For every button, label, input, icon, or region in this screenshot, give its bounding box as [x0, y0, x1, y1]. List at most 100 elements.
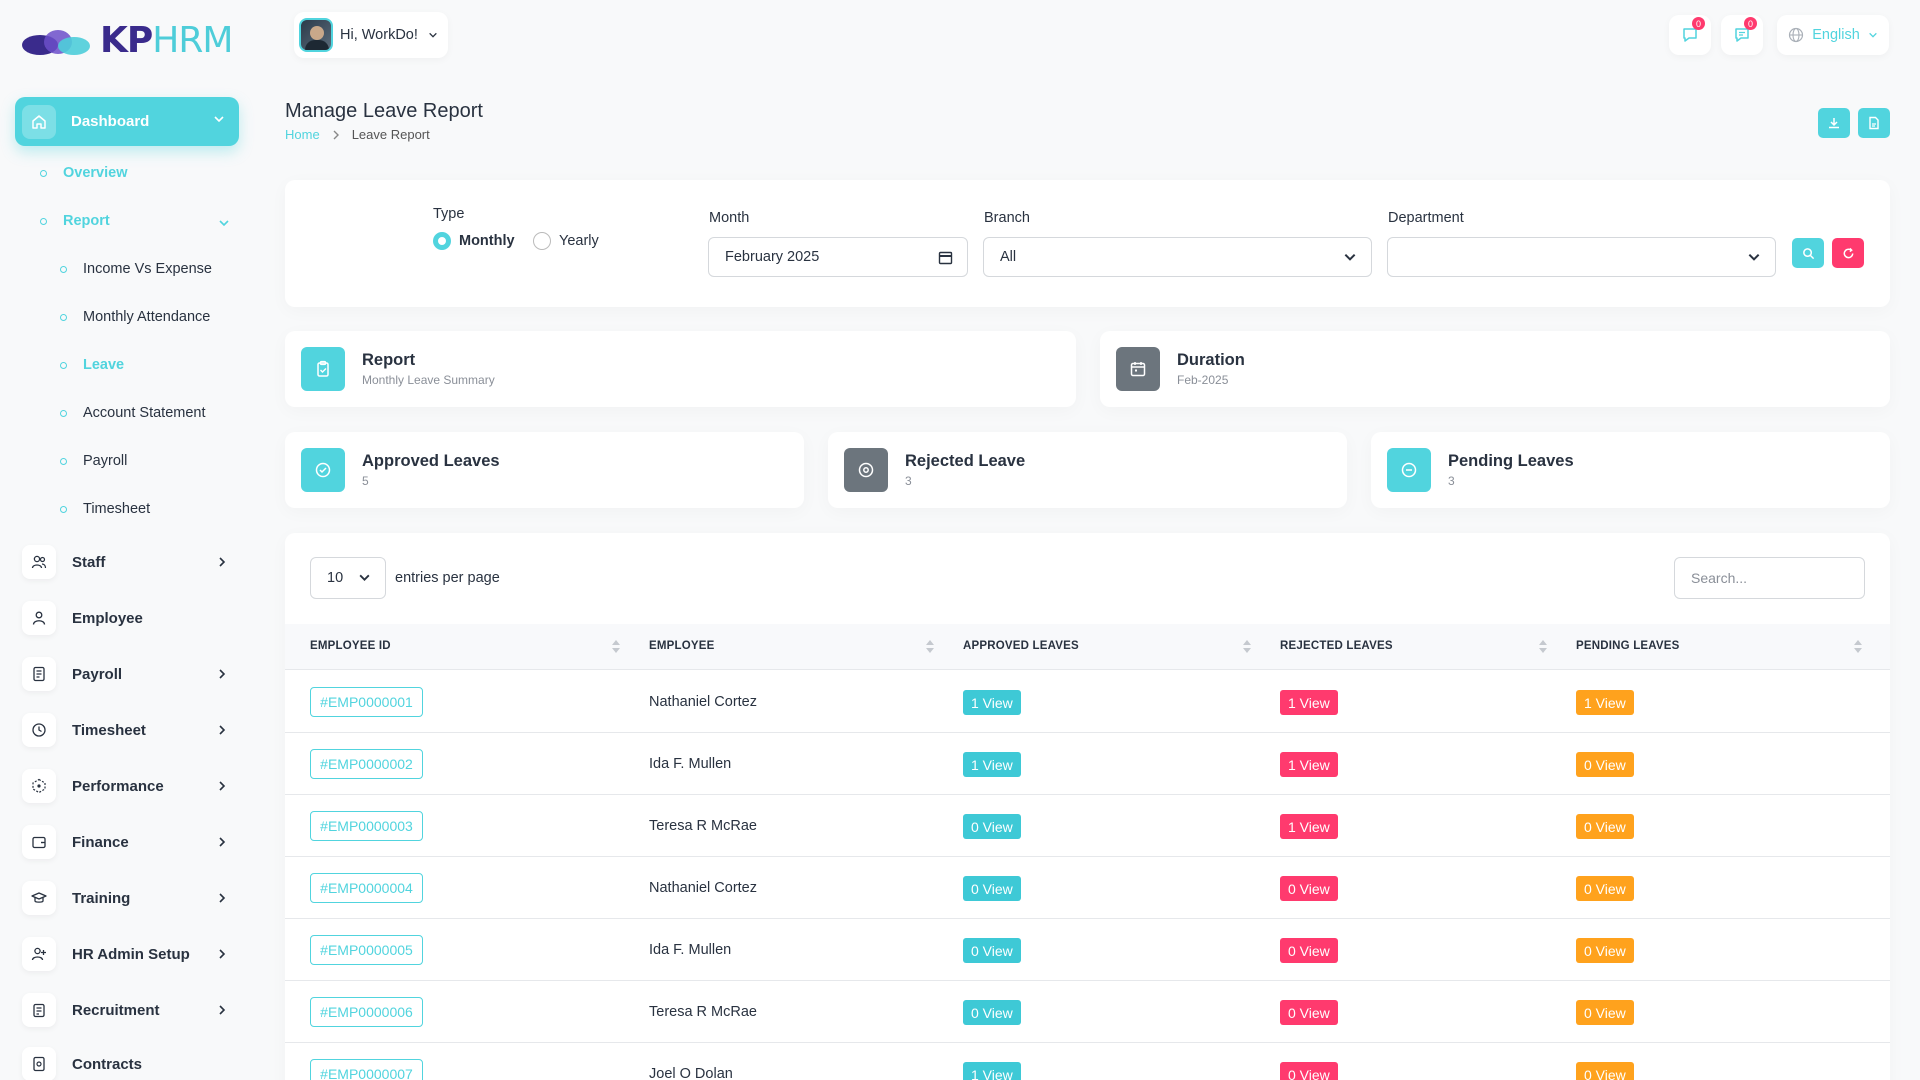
- branch-label: Branch: [984, 210, 1030, 226]
- breadcrumb-home[interactable]: Home: [285, 127, 320, 142]
- rejected-view-button[interactable]: 1 View: [1280, 814, 1338, 839]
- employee-name: Ida F. Mullen: [649, 756, 732, 772]
- department-select[interactable]: [1387, 237, 1776, 277]
- pending-view-button[interactable]: 0 View: [1576, 1062, 1634, 1080]
- rejected-view-button[interactable]: 0 View: [1280, 876, 1338, 901]
- employee-id-link[interactable]: #EMP0000002: [310, 749, 423, 779]
- sidebar-sub-timesheet[interactable]: Timesheet: [60, 501, 150, 517]
- chevron-right-icon: [219, 893, 226, 903]
- reset-button[interactable]: [1832, 238, 1864, 268]
- rejected-view-button[interactable]: 0 View: [1280, 1062, 1338, 1080]
- user-menu[interactable]: Hi, WorkDo!: [294, 12, 448, 58]
- brand-logo[interactable]: KPHRM: [18, 18, 233, 62]
- sidebar-item-timesheet[interactable]: Timesheet: [22, 712, 236, 748]
- breadcrumb-current: Leave Report: [351, 127, 430, 142]
- employee-id-link[interactable]: #EMP0000007: [310, 1059, 423, 1080]
- approved-view-button[interactable]: 1 View: [963, 690, 1021, 715]
- download-button[interactable]: [1818, 108, 1850, 138]
- pending-view-button[interactable]: 0 View: [1576, 1000, 1634, 1025]
- sidebar-item-payroll[interactable]: Payroll: [22, 656, 236, 692]
- bullet-icon: [60, 361, 67, 369]
- pending-view-button[interactable]: 0 View: [1576, 752, 1634, 777]
- sidebar-sub-report[interactable]: Report: [40, 213, 230, 229]
- pending-view-button[interactable]: 1 View: [1576, 690, 1634, 715]
- th-employee-id[interactable]: EMPLOYEE ID: [310, 640, 391, 652]
- cloud-logo-icon: [22, 30, 90, 55]
- pending-leaves-card: Pending Leaves 3: [1371, 432, 1890, 508]
- sidebar-item-hr-admin-setup[interactable]: HR Admin Setup: [22, 936, 236, 972]
- sidebar-sub-overview[interactable]: Overview: [40, 165, 128, 181]
- sidebar-item-training[interactable]: Training: [22, 880, 236, 916]
- rejected-view-button[interactable]: 0 View: [1280, 1000, 1338, 1025]
- chevron-right-icon: [333, 130, 339, 139]
- messages-button[interactable]: 0: [1669, 15, 1711, 55]
- type-label: Type: [433, 206, 465, 222]
- approved-view-button[interactable]: 0 View: [963, 938, 1021, 963]
- report-subtitle: Monthly Leave Summary: [362, 373, 495, 387]
- search-button[interactable]: [1792, 238, 1824, 268]
- table-row: #EMP0000001 Nathaniel Cortez 1 View 1 Vi…: [285, 671, 1890, 733]
- sidebar-item-dashboard[interactable]: Dashboard: [15, 97, 239, 146]
- month-label: Month: [709, 210, 750, 226]
- radio-monthly[interactable]: Monthly: [433, 232, 515, 250]
- th-pending-leaves[interactable]: PENDING LEAVES: [1576, 640, 1680, 652]
- sort-icon[interactable]: [1243, 638, 1251, 654]
- employee-id-link[interactable]: #EMP0000005: [310, 935, 423, 965]
- sidebar-item-staff[interactable]: Staff: [22, 544, 236, 580]
- sidebar-sub-income-vs-expense[interactable]: Income Vs Expense: [60, 261, 212, 277]
- th-rejected-leaves[interactable]: REJECTED LEAVES: [1280, 640, 1393, 652]
- sidebar-item-contracts[interactable]: Contracts: [22, 1046, 236, 1080]
- employee-id-link[interactable]: #EMP0000001: [310, 687, 423, 717]
- employee-id-link[interactable]: #EMP0000006: [310, 997, 423, 1027]
- approved-view-button[interactable]: 1 View: [963, 1062, 1021, 1080]
- approved-count: 5: [362, 474, 369, 488]
- sort-icon[interactable]: [1539, 638, 1547, 654]
- sidebar-item-finance[interactable]: Finance: [22, 824, 236, 860]
- employee-id-link[interactable]: #EMP0000004: [310, 873, 423, 903]
- approved-view-button[interactable]: 0 View: [963, 1000, 1021, 1025]
- table-row: #EMP0000006 Teresa R McRae 0 View 0 View…: [285, 981, 1890, 1043]
- graduation-icon: [22, 881, 56, 915]
- sort-icon[interactable]: [926, 638, 934, 654]
- bullet-icon: [60, 313, 67, 321]
- pending-view-button[interactable]: 0 View: [1576, 814, 1634, 839]
- pending-view-button[interactable]: 0 View: [1576, 938, 1634, 963]
- th-approved-leaves[interactable]: APPROVED LEAVES: [963, 640, 1079, 652]
- sidebar-item-recruitment[interactable]: Recruitment: [22, 992, 236, 1028]
- sort-icon[interactable]: [1854, 638, 1862, 654]
- table-row: #EMP0000007 Joel O Dolan 1 View 0 View 0…: [285, 1043, 1890, 1080]
- table-search-input[interactable]: [1674, 557, 1865, 599]
- x-circle-icon: [844, 448, 888, 492]
- language-selector[interactable]: English: [1777, 15, 1889, 55]
- approved-view-button[interactable]: 1 View: [963, 752, 1021, 777]
- sidebar-sub-leave[interactable]: Leave: [60, 357, 124, 373]
- entries-per-page-select[interactable]: 10: [310, 557, 386, 599]
- chevron-right-icon: [219, 725, 226, 735]
- approved-view-button[interactable]: 0 View: [963, 814, 1021, 839]
- rejected-title: Rejected Leave: [905, 452, 1026, 470]
- pending-view-button[interactable]: 0 View: [1576, 876, 1634, 901]
- sort-icon[interactable]: [612, 638, 620, 654]
- calendar-icon: [938, 251, 953, 265]
- sidebar-sub-account-statement[interactable]: Account Statement: [60, 405, 206, 421]
- sidebar-sub-monthly-attendance[interactable]: Monthly Attendance: [60, 309, 210, 325]
- sidebar-item-employee[interactable]: Employee: [22, 600, 236, 636]
- rejected-view-button[interactable]: 1 View: [1280, 690, 1338, 715]
- table-row: #EMP0000004 Nathaniel Cortez 0 View 0 Vi…: [285, 857, 1890, 919]
- approved-view-button[interactable]: 0 View: [963, 876, 1021, 901]
- sidebar-item-performance[interactable]: Performance: [22, 768, 236, 804]
- radio-yearly[interactable]: Yearly: [533, 232, 599, 250]
- export-button[interactable]: [1858, 108, 1890, 138]
- th-employee[interactable]: EMPLOYEE: [649, 640, 715, 652]
- month-picker[interactable]: February 2025: [708, 237, 968, 277]
- notifications-button[interactable]: 0: [1721, 15, 1763, 55]
- employee-id-link[interactable]: #EMP0000003: [310, 811, 423, 841]
- rejected-view-button[interactable]: 1 View: [1280, 752, 1338, 777]
- entries-label: entries per page: [395, 570, 500, 586]
- rejected-view-button[interactable]: 0 View: [1280, 938, 1338, 963]
- radio-circle: [433, 232, 451, 250]
- sidebar-sub-payroll[interactable]: Payroll: [60, 453, 127, 469]
- branch-select[interactable]: All: [983, 237, 1372, 277]
- home-icon: [22, 104, 56, 139]
- chevron-down-icon: [219, 220, 229, 227]
